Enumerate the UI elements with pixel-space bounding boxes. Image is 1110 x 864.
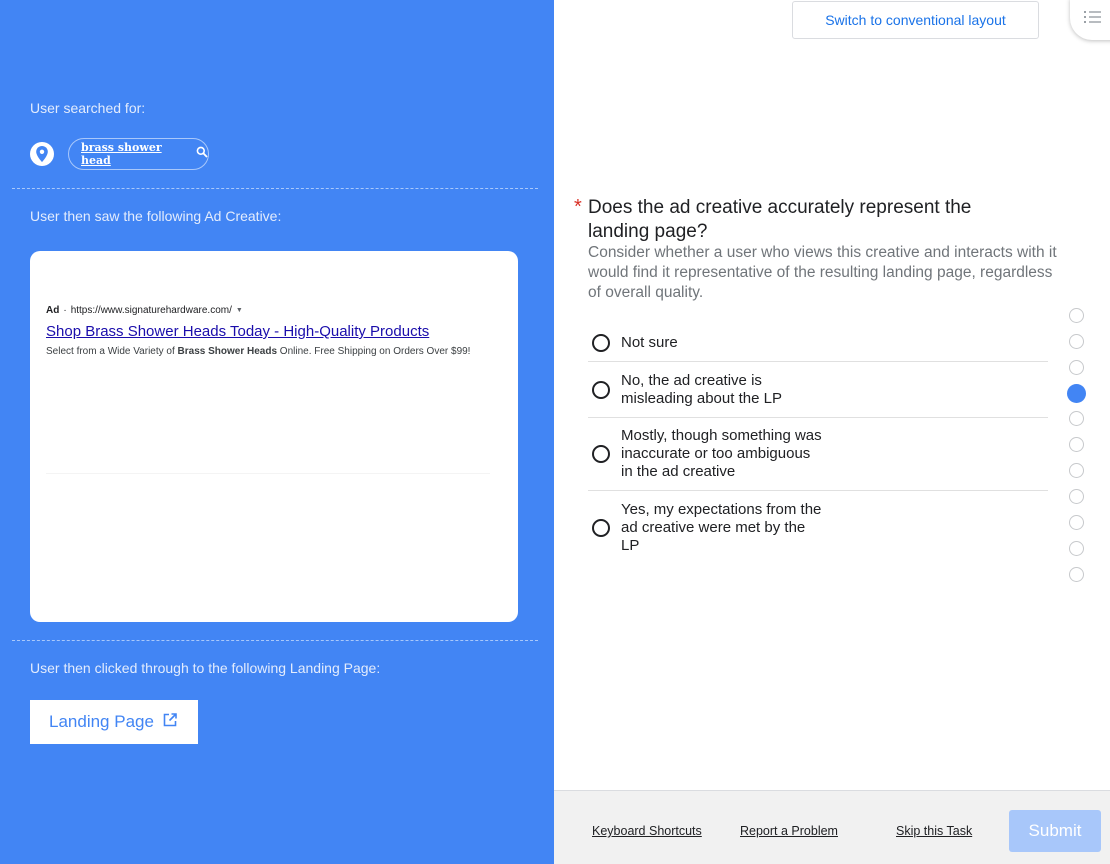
option-mostly[interactable]: Mostly, though something was inaccurate … (588, 418, 1048, 491)
searched-label: User searched for: (30, 100, 146, 116)
progress-dot[interactable] (1069, 489, 1084, 504)
section-divider (12, 640, 538, 641)
ad-desc-text: Select from a Wide Variety of (46, 346, 178, 357)
ad-headline-link[interactable]: Shop Brass Shower Heads Today - High-Qua… (46, 323, 429, 340)
ad-badge: Ad (46, 305, 60, 316)
ad-divider (46, 473, 490, 474)
ad-creative-label: User then saw the following Ad Creative: (30, 208, 282, 224)
required-marker: * (574, 196, 582, 218)
progress-dot[interactable] (1069, 334, 1084, 349)
ad-creative-card: Ad · https://www.signaturehardware.com/ … (30, 251, 518, 622)
question-title: Does the ad creative accurately represen… (588, 197, 972, 242)
radio-button[interactable] (592, 380, 610, 399)
option-not-sure[interactable]: Not sure (588, 324, 1048, 362)
table-of-contents-button[interactable] (1070, 0, 1110, 40)
option-label: Not sure (621, 333, 678, 351)
keyboard-shortcuts-link[interactable]: Keyboard Shortcuts (592, 824, 702, 838)
section-divider (12, 188, 538, 189)
question-progress-dots (1067, 308, 1086, 593)
search-query-text: brass shower head (81, 141, 162, 167)
answer-options: Not sure No, the ad creative is misleadi… (588, 324, 1048, 565)
search-icon (196, 145, 208, 163)
list-numbered-icon (1084, 10, 1102, 29)
option-label: Yes, my expectations from the ad creativ… (621, 501, 822, 554)
ad-desc-text-end: Online. Free Shipping on Orders Over $99… (277, 346, 471, 357)
ad-description: Select from a Wide Variety of Brass Show… (46, 346, 470, 357)
radio-button[interactable] (592, 445, 610, 463)
ad-url-line: Ad · https://www.signaturehardware.com/ … (46, 305, 243, 316)
progress-dot[interactable] (1069, 567, 1084, 582)
question-help-text: Consider whether a user who views this c… (588, 244, 1057, 301)
option-label: No, the ad creative is misleading about … (621, 371, 782, 407)
progress-dot[interactable] (1069, 541, 1084, 556)
progress-dot[interactable] (1069, 437, 1084, 452)
footer-bar: Keyboard Shortcuts Report a Problem Skip… (554, 790, 1110, 864)
ad-display-url: https://www.signaturehardware.com/ (70, 305, 232, 316)
switch-layout-button[interactable]: Switch to conventional layout (792, 1, 1039, 39)
report-problem-link[interactable]: Report a Problem (740, 824, 838, 838)
option-misleading[interactable]: No, the ad creative is misleading about … (588, 362, 1048, 418)
progress-dot-current[interactable] (1067, 384, 1086, 403)
radio-button[interactable] (592, 519, 610, 537)
landing-page-button[interactable]: Landing Page (30, 700, 198, 744)
context-panel: User searched for: brass shower head Use… (0, 0, 554, 864)
landing-page-label: User then clicked through to the followi… (30, 660, 381, 676)
skip-task-link[interactable]: Skip this Task (896, 824, 972, 838)
ad-desc-bold: Brass Shower Heads (177, 346, 278, 357)
search-query-chip: brass shower head (68, 138, 209, 170)
submit-button[interactable]: Submit (1009, 810, 1101, 852)
ad-separator: · (63, 305, 67, 316)
landing-page-button-label: Landing Page (49, 712, 154, 731)
open-in-new-icon (163, 712, 177, 732)
question-panel: Switch to conventional layout * Does the… (554, 0, 1110, 864)
radio-button[interactable] (592, 333, 610, 352)
option-yes[interactable]: Yes, my expectations from the ad creativ… (588, 491, 1048, 565)
progress-dot[interactable] (1069, 463, 1084, 478)
progress-dot[interactable] (1069, 411, 1084, 426)
location-pin-icon (30, 142, 54, 166)
progress-dot[interactable] (1069, 308, 1084, 323)
option-label: Mostly, though something was inaccurate … (621, 427, 822, 480)
dropdown-caret-icon: ▼ (235, 307, 243, 314)
progress-dot[interactable] (1069, 360, 1084, 375)
progress-dot[interactable] (1069, 515, 1084, 530)
